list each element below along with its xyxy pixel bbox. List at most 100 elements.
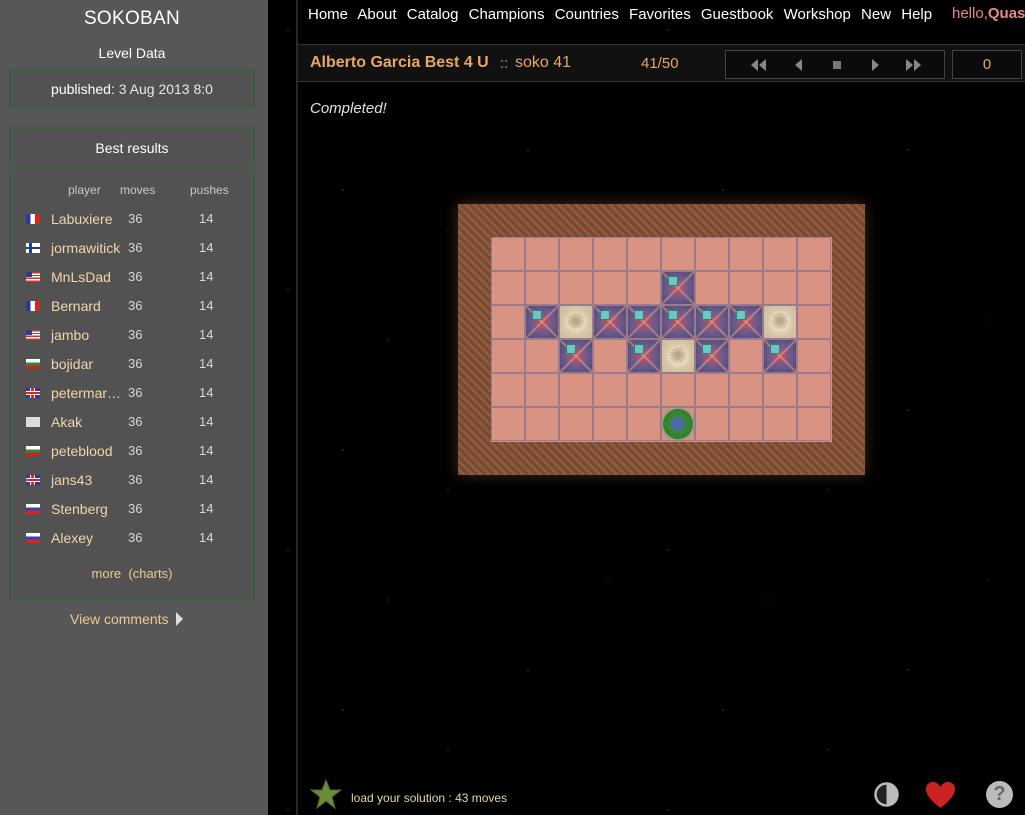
- level-separator: ::: [500, 55, 509, 72]
- first-level-icon[interactable]: [748, 57, 770, 73]
- floor-tile: [593, 407, 627, 441]
- result-pushes: 14: [199, 385, 214, 400]
- nav-workshop[interactable]: Workshop: [784, 6, 851, 23]
- floor-tile: [763, 407, 797, 441]
- app-title: SOKOBAN: [83, 8, 181, 29]
- floor-tile: [559, 237, 593, 271]
- last-level-icon[interactable]: [902, 57, 924, 73]
- result-moves: 36: [128, 240, 143, 255]
- previous-level-icon[interactable]: [788, 57, 810, 73]
- load-solution-link[interactable]: load your solution : 43 moves: [351, 791, 507, 805]
- floor-tile: [695, 373, 729, 407]
- help-icon[interactable]: ?: [986, 781, 1013, 808]
- result-pushes: 14: [199, 240, 214, 255]
- result-player[interactable]: peteblood: [51, 443, 125, 459]
- result-player[interactable]: jambo: [51, 327, 125, 343]
- result-row: Bernard 36 14: [11, 297, 253, 317]
- username[interactable]: Quas: [988, 5, 1025, 22]
- floor-tile: [491, 305, 525, 339]
- result-player[interactable]: jormawitick: [51, 240, 125, 256]
- floor-tile: [559, 271, 593, 305]
- floor-tile: [559, 407, 593, 441]
- box-tile: [661, 305, 695, 339]
- result-moves: 36: [128, 443, 143, 458]
- result-pushes: 14: [199, 530, 214, 545]
- result-pushes: 14: [199, 501, 214, 516]
- floor-tile: [729, 271, 763, 305]
- floor-tile: [491, 373, 525, 407]
- nav-catalog[interactable]: Catalog: [407, 6, 459, 23]
- charts-link[interactable]: (charts): [128, 566, 172, 581]
- result-player[interactable]: jans43: [51, 472, 125, 488]
- heart-icon[interactable]: [925, 781, 956, 809]
- flag-icon: [26, 475, 40, 485]
- result-player[interactable]: Alexey: [51, 530, 125, 546]
- result-moves: 36: [128, 211, 143, 226]
- column-header-moves: moves: [120, 183, 156, 197]
- result-row: Alexey 36 14: [11, 529, 253, 549]
- box-tile: [763, 339, 797, 373]
- user-greeting[interactable]: hello,Quas: [952, 5, 1025, 22]
- completion-status: Completed!: [310, 100, 387, 117]
- stop-icon[interactable]: [826, 57, 848, 73]
- floor-tile: [491, 407, 525, 441]
- result-player[interactable]: Bernard: [51, 298, 125, 314]
- result-moves: 36: [128, 269, 143, 284]
- best-results-heading: Best results: [11, 129, 253, 169]
- arrow-right-icon[interactable]: [176, 612, 183, 626]
- result-player[interactable]: Stenberg: [51, 501, 125, 517]
- nav-help[interactable]: Help: [901, 6, 932, 23]
- star-icon[interactable]: [310, 778, 342, 810]
- result-row: Labuxiere 36 14: [11, 210, 253, 230]
- flag-icon: [26, 272, 40, 282]
- flag-icon: [26, 533, 40, 543]
- result-row: Akak 36 14: [11, 413, 253, 433]
- result-player[interactable]: Labuxiere: [51, 211, 125, 227]
- floor-tile: [797, 339, 831, 373]
- result-player[interactable]: petermar…: [51, 385, 125, 401]
- floor-tile: [491, 339, 525, 373]
- result-player[interactable]: bojidar: [51, 356, 125, 372]
- nav-countries[interactable]: Countries: [555, 6, 619, 23]
- floor-tile: [525, 407, 559, 441]
- result-row: MnLsDad 36 14: [11, 268, 253, 288]
- nav-champions[interactable]: Champions: [469, 6, 545, 23]
- published-info: published: 3 Aug 2013 8:0: [9, 69, 255, 109]
- nav-favorites[interactable]: Favorites: [629, 6, 691, 23]
- pusher-player[interactable]: [662, 408, 696, 442]
- flag-icon: [26, 214, 40, 224]
- box-tile: [593, 305, 627, 339]
- floor-tile: [559, 373, 593, 407]
- contrast-icon[interactable]: [873, 781, 900, 808]
- floor-tile: [695, 271, 729, 305]
- result-moves: 36: [128, 298, 143, 313]
- result-moves: 36: [128, 501, 143, 516]
- sokoban-board[interactable]: [491, 237, 832, 442]
- nav-about[interactable]: About: [357, 6, 396, 23]
- result-pushes: 14: [199, 356, 214, 371]
- level-collection-title[interactable]: Alberto Garcia Best 4 U: [310, 54, 489, 72]
- top-nav: Home About Catalog Champions Countries F…: [308, 6, 938, 23]
- level-counter: 41/50: [641, 55, 679, 72]
- flag-icon: [26, 359, 40, 369]
- floor-tile: [525, 237, 559, 271]
- result-player[interactable]: Akak: [51, 414, 125, 430]
- floor-tile: [729, 237, 763, 271]
- nav-home[interactable]: Home: [308, 6, 348, 23]
- result-row: jambo 36 14: [11, 326, 253, 346]
- goal-tile: [763, 305, 797, 339]
- next-level-icon[interactable]: [864, 57, 886, 73]
- result-moves: 36: [128, 472, 143, 487]
- result-pushes: 14: [199, 298, 214, 313]
- goal-tile: [559, 305, 593, 339]
- result-moves: 36: [128, 530, 143, 545]
- result-pushes: 14: [199, 414, 214, 429]
- box-tile: [729, 305, 763, 339]
- box-tile: [627, 339, 661, 373]
- floor-tile: [627, 407, 661, 441]
- more-link[interactable]: more: [92, 566, 122, 581]
- result-player[interactable]: MnLsDad: [51, 269, 125, 285]
- nav-new[interactable]: New: [861, 6, 891, 23]
- nav-guestbook[interactable]: Guestbook: [701, 6, 774, 23]
- view-comments-link[interactable]: View comments: [70, 611, 169, 627]
